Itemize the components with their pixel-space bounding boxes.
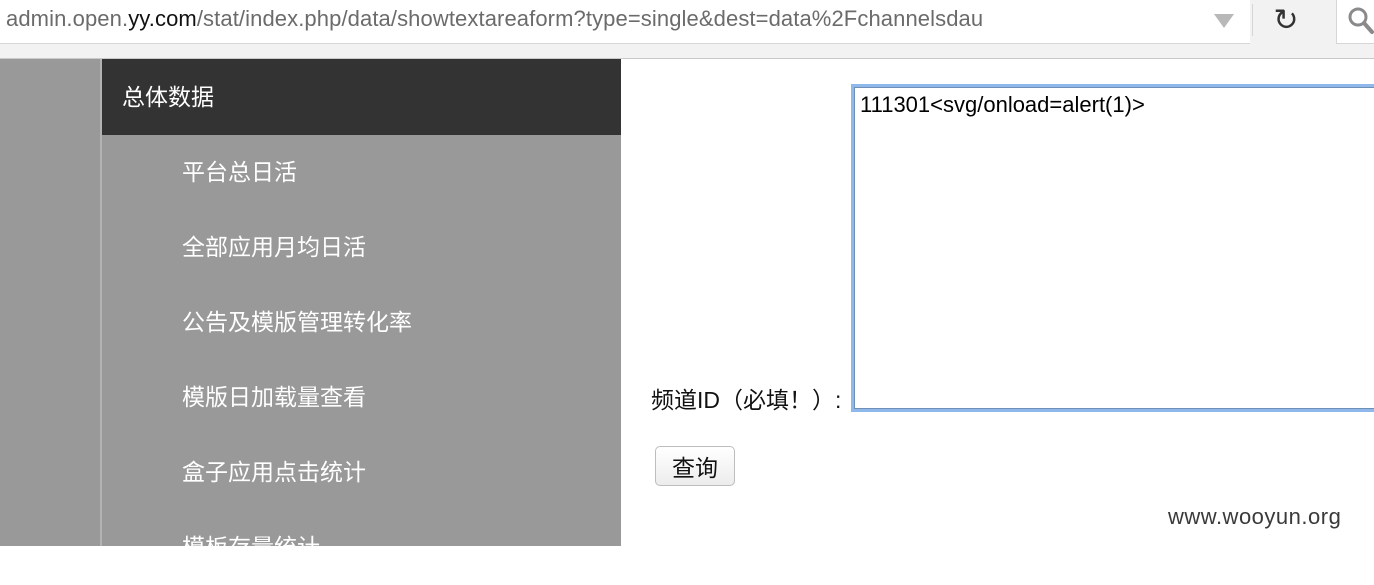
channel-id-textarea[interactable]: 111301<svg/onload=alert(1)>: [854, 87, 1374, 409]
url-host: yy.com: [128, 6, 197, 31]
main-content: 111301<svg/onload=alert(1)> 频道ID（必填！）: 查…: [621, 59, 1374, 546]
left-margin: [0, 59, 100, 546]
sidebar: 总体数据 平台总日活 全部应用月均日活 公告及模版管理转化率 模版日加载量查看 …: [100, 59, 621, 560]
sidebar-item-template-stock[interactable]: 模板存量统计: [102, 510, 621, 585]
url-dropdown-icon[interactable]: [1214, 14, 1234, 28]
sidebar-item-notice-template-conversion[interactable]: 公告及模版管理转化率: [102, 285, 621, 360]
sidebar-item-template-daily-load[interactable]: 模版日加载量查看: [102, 360, 621, 435]
browser-search-box[interactable]: [1336, 0, 1374, 44]
search-icon: [1348, 7, 1374, 34]
sidebar-header[interactable]: 总体数据: [102, 59, 621, 135]
toolbar-divider: [1252, 4, 1253, 36]
sidebar-item-box-app-clicks[interactable]: 盒子应用点击统计: [102, 435, 621, 510]
sidebar-item-platform-dau[interactable]: 平台总日活: [102, 135, 621, 210]
sidebar-item-all-apps-monthly-dau[interactable]: 全部应用月均日活: [102, 210, 621, 285]
reload-icon[interactable]: ↻: [1268, 3, 1304, 39]
query-button[interactable]: 查询: [655, 446, 735, 486]
watermark-text: www.wooyun.org: [1168, 504, 1342, 529]
channel-id-label: 频道ID（必填！）:: [651, 387, 842, 413]
browser-toolbar: admin.open.yy.com/stat/index.php/data/sh…: [0, 0, 1374, 59]
address-bar[interactable]: admin.open.yy.com/stat/index.php/data/sh…: [0, 0, 1250, 44]
url-prefix: admin.open.: [6, 6, 129, 31]
url-text[interactable]: admin.open.yy.com/stat/index.php/data/sh…: [6, 6, 983, 32]
url-suffix: /stat/index.php/data/showtextareaform?ty…: [196, 6, 984, 31]
